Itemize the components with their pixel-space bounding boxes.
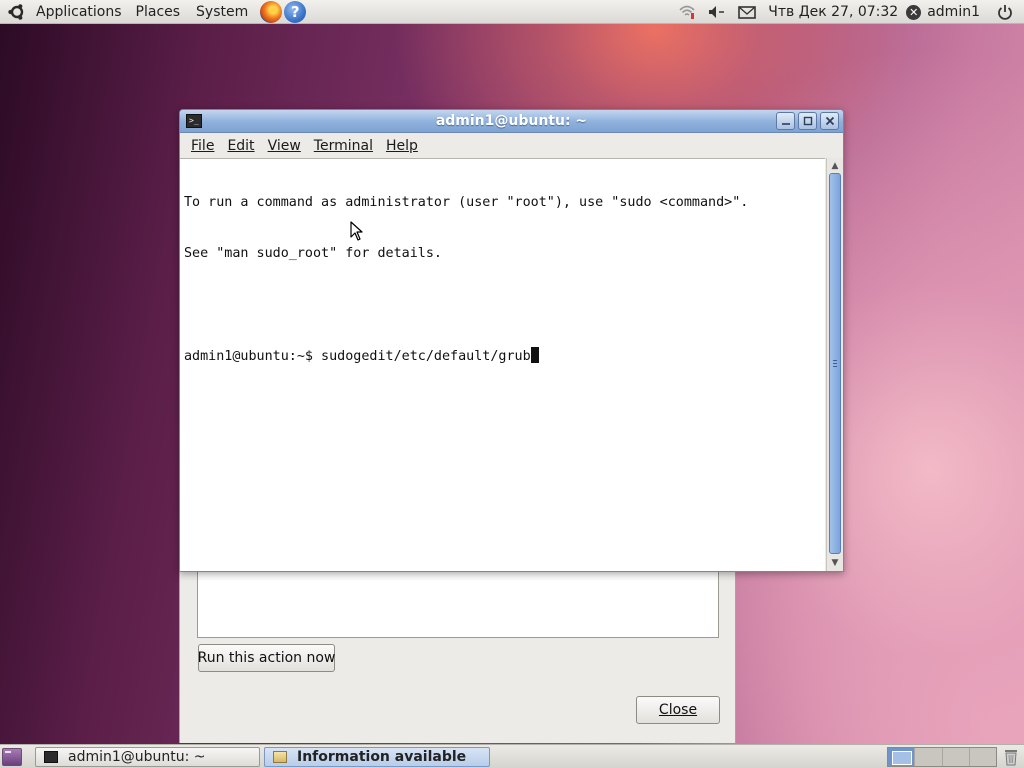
bottom-panel: admin1@ubuntu: ~ Information available bbox=[0, 744, 1024, 768]
menu-edit-label: Edit bbox=[227, 137, 255, 154]
mouse-pointer-icon bbox=[350, 221, 363, 241]
terminal-icon bbox=[44, 751, 58, 763]
menu-help-label: Help bbox=[385, 137, 418, 154]
maximize-button[interactable] bbox=[798, 112, 817, 130]
show-desktop-icon[interactable] bbox=[2, 748, 22, 766]
trash-icon[interactable] bbox=[1003, 748, 1019, 766]
menu-file[interactable]: File bbox=[191, 138, 214, 154]
user-status-icon: ✕ bbox=[906, 4, 922, 20]
terminal-output[interactable]: To run a command as administrator (user … bbox=[180, 158, 825, 571]
system-menu[interactable]: System bbox=[196, 4, 248, 20]
grip-icon bbox=[833, 360, 837, 367]
panel-tray: Чтв Дек 27, 07:32 ✕ admin1 bbox=[672, 0, 1024, 24]
user-name: admin1 bbox=[927, 4, 980, 20]
terminal-command: admin1@ubuntu:~$ sudogedit/etc/default/g… bbox=[184, 349, 531, 364]
terminal-prompt-line: admin1@ubuntu:~$ sudogedit/etc/default/g… bbox=[184, 347, 825, 364]
ubuntu-logo-icon[interactable] bbox=[6, 1, 28, 23]
close-button-label: Close bbox=[658, 702, 698, 718]
details-textarea[interactable] bbox=[197, 568, 719, 638]
menu-terminal-label: Terminal bbox=[313, 137, 373, 154]
clock[interactable]: Чтв Дек 27, 07:32 bbox=[768, 4, 898, 20]
terminal-window: >_ admin1@ubuntu: ~ File Edit View Termi… bbox=[179, 109, 844, 572]
run-action-button[interactable]: Run this action now bbox=[198, 644, 335, 672]
info-window-icon bbox=[273, 751, 287, 763]
scroll-down-arrow-icon[interactable]: ▼ bbox=[829, 557, 841, 569]
help-icon[interactable]: ? bbox=[284, 0, 307, 23]
window-title: admin1@ubuntu: ~ bbox=[435, 113, 588, 129]
workspace-3[interactable] bbox=[942, 748, 970, 766]
close-button[interactable]: Close bbox=[636, 696, 720, 724]
terminal-menubar: File Edit View Terminal Help bbox=[180, 134, 843, 157]
menu-help[interactable]: Help bbox=[386, 138, 418, 154]
information-dialog: Run this action now Close bbox=[179, 560, 736, 743]
workspace-2[interactable] bbox=[915, 748, 943, 766]
scrollbar-thumb[interactable] bbox=[829, 173, 841, 554]
user-menu[interactable]: ✕ admin1 bbox=[906, 4, 980, 20]
terminal-line: See "man sudo_root" for details. bbox=[184, 246, 442, 261]
workspace-4[interactable] bbox=[969, 748, 996, 766]
workspace-switcher bbox=[887, 747, 997, 767]
close-window-button[interactable] bbox=[820, 112, 839, 130]
terminal-titlebar[interactable]: >_ admin1@ubuntu: ~ bbox=[180, 110, 843, 133]
mail-icon[interactable] bbox=[736, 1, 758, 23]
terminal-line: To run a command as administrator (user … bbox=[184, 195, 749, 210]
top-panel: Applications Places System ? Чтв Дек 27,… bbox=[0, 0, 1024, 24]
power-icon[interactable] bbox=[994, 1, 1016, 23]
menu-edit[interactable]: Edit bbox=[227, 138, 254, 154]
taskbar-item-label: Information available bbox=[297, 749, 467, 765]
terminal-scrollbar[interactable]: ▲ ▼ bbox=[826, 158, 843, 571]
taskbar-item-information[interactable]: Information available bbox=[264, 747, 490, 767]
text-cursor bbox=[530, 347, 539, 363]
taskbar-item-label: admin1@ubuntu: ~ bbox=[68, 749, 206, 765]
volume-icon[interactable] bbox=[706, 1, 728, 23]
menu-file-label: File bbox=[191, 137, 215, 154]
scroll-up-arrow-icon[interactable]: ▲ bbox=[829, 160, 841, 172]
taskbar-item-terminal[interactable]: admin1@ubuntu: ~ bbox=[35, 747, 260, 767]
menu-view[interactable]: View bbox=[268, 138, 301, 154]
places-menu[interactable]: Places bbox=[136, 4, 181, 20]
network-icon[interactable] bbox=[676, 1, 698, 23]
minimize-button[interactable] bbox=[776, 112, 795, 130]
menu-view-label: View bbox=[267, 137, 301, 154]
workspace-1[interactable] bbox=[888, 748, 916, 766]
applications-menu[interactable]: Applications bbox=[36, 4, 122, 20]
menu-terminal[interactable]: Terminal bbox=[314, 138, 373, 154]
firefox-icon[interactable] bbox=[260, 0, 283, 23]
